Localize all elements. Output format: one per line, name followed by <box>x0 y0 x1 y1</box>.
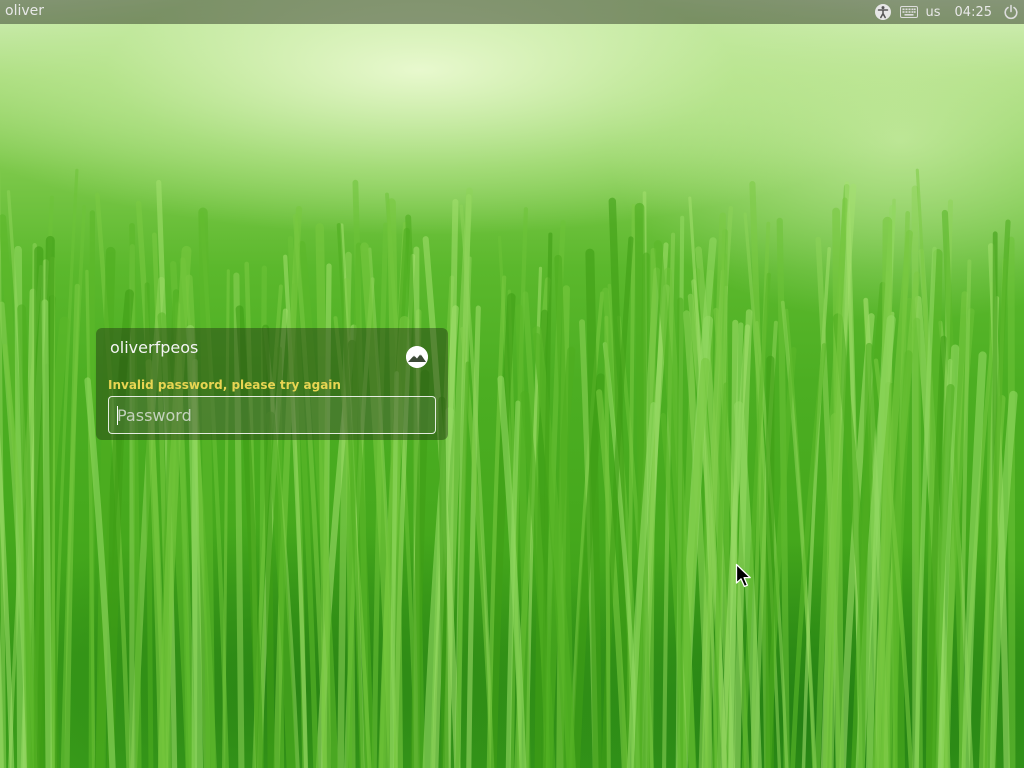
login-prompt: oliverfpeos Invalid password, please try… <box>96 328 448 440</box>
keyboard-icon[interactable] <box>899 3 918 21</box>
keyboard-layout-indicator[interactable]: us <box>926 5 941 20</box>
grass-blade <box>961 351 987 768</box>
grass-blade <box>1007 236 1016 768</box>
grass-blade <box>604 315 611 768</box>
top-panel: oliver us 04:25 <box>0 0 1024 24</box>
accessibility-icon[interactable] <box>874 3 892 21</box>
panel-indicators: us 04:25 <box>874 0 1020 24</box>
grass-blade <box>438 396 449 768</box>
grass-blade <box>585 248 602 768</box>
password-input[interactable] <box>108 396 436 434</box>
session-badge-icon[interactable] <box>406 346 428 368</box>
clock[interactable]: 04:25 <box>955 5 992 20</box>
error-message: Invalid password, please try again <box>108 378 341 392</box>
hostname-label: oliver <box>5 3 44 19</box>
grass-blade <box>765 355 775 768</box>
mouse-pointer-icon <box>735 563 751 588</box>
power-icon[interactable] <box>1002 3 1020 21</box>
grass-blade <box>41 299 53 768</box>
grass-blade <box>647 247 657 768</box>
username-label[interactable]: oliverfpeos <box>110 338 198 357</box>
grass-blade <box>88 210 96 768</box>
text-caret <box>117 406 118 425</box>
